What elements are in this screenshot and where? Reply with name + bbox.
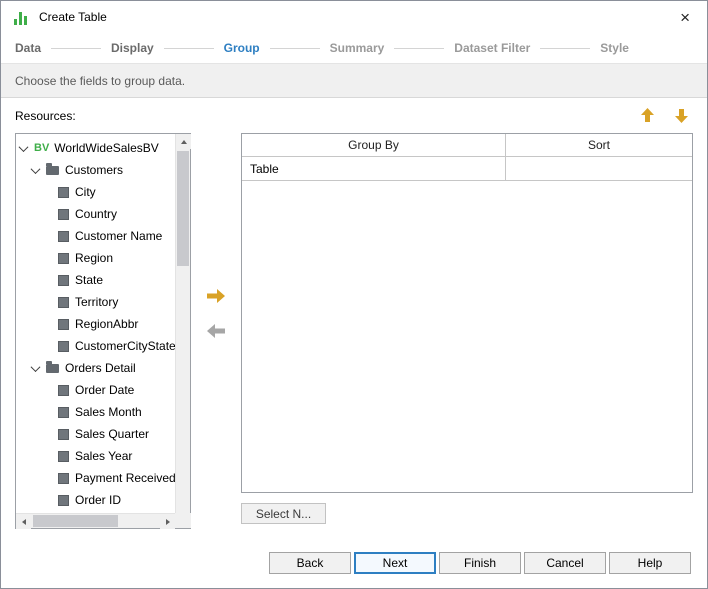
field-icon: [58, 319, 69, 330]
column-header-sort: Sort: [506, 134, 692, 156]
tree-item-field[interactable]: Country: [16, 203, 175, 225]
tree-vertical-scrollbar[interactable]: [175, 134, 190, 528]
next-button[interactable]: Next: [354, 552, 436, 574]
step-connector: [270, 48, 320, 49]
arrow-down-icon: [673, 107, 690, 124]
chevron-down-icon[interactable]: [19, 142, 29, 152]
tree-item-field[interactable]: Order ID: [16, 489, 175, 511]
folder-icon: [46, 166, 59, 175]
close-icon[interactable]: ×: [676, 7, 694, 28]
business-view-icon: BV: [34, 142, 49, 154]
wizard-step-display[interactable]: Display: [111, 41, 154, 55]
tree-item-field[interactable]: RegionAbbr: [16, 313, 175, 335]
move-up-button[interactable]: [635, 104, 659, 128]
folder-icon: [46, 364, 59, 373]
tree-item-folder[interactable]: Customers: [16, 159, 175, 181]
app-chart-icon: [14, 10, 30, 25]
select-n-button[interactable]: Select N...: [241, 503, 326, 524]
arrow-up-icon: [639, 107, 656, 124]
tree-item-field[interactable]: Sales Month: [16, 401, 175, 423]
arrow-right-icon: [205, 287, 227, 305]
tree-item-field[interactable]: Territory: [16, 291, 175, 313]
remove-field-button[interactable]: [203, 321, 229, 341]
help-button[interactable]: Help: [609, 552, 691, 574]
tree-item-field[interactable]: Region: [16, 247, 175, 269]
scrollbar-thumb[interactable]: [177, 151, 189, 266]
title-bar: Create Table ×: [1, 1, 707, 33]
grid-header-row: Group By Sort: [242, 134, 692, 157]
wizard-step-style[interactable]: Style: [600, 41, 629, 55]
wizard-step-summary[interactable]: Summary: [330, 41, 385, 55]
group-by-grid: Group By Sort Table: [241, 133, 693, 493]
scroll-right-button[interactable]: [160, 514, 175, 529]
tree-item-field[interactable]: Order Date: [16, 379, 175, 401]
field-icon: [58, 429, 69, 440]
tree-horizontal-scrollbar[interactable]: [16, 513, 175, 528]
grid-row-table[interactable]: Table: [242, 157, 692, 181]
field-icon: [58, 495, 69, 506]
create-table-dialog: Create Table × Data Display Group Summar…: [0, 0, 708, 589]
field-icon: [58, 231, 69, 242]
tree-item-folder[interactable]: Orders Detail: [16, 357, 175, 379]
step-connector: [540, 48, 590, 49]
field-icon: [58, 297, 69, 308]
wizard-step-data[interactable]: Data: [15, 41, 41, 55]
tree-item-field[interactable]: City: [16, 181, 175, 203]
resources-label: Resources:: [15, 109, 76, 123]
tree-item-root[interactable]: BV WorldWideSalesBV: [16, 137, 175, 159]
chevron-down-icon[interactable]: [31, 362, 41, 372]
resources-row: Resources:: [1, 98, 707, 133]
resources-tree: BV WorldWideSalesBV Customers City Count…: [15, 133, 191, 529]
field-icon: [58, 341, 69, 352]
window-title: Create Table: [39, 10, 107, 24]
field-icon: [58, 209, 69, 220]
finish-button[interactable]: Finish: [439, 552, 521, 574]
field-icon: [58, 473, 69, 484]
chevron-down-icon[interactable]: [31, 164, 41, 174]
step-description: Choose the fields to group data.: [1, 63, 707, 98]
step-connector: [394, 48, 444, 49]
wizard-step-dataset-filter[interactable]: Dataset Filter: [454, 41, 530, 55]
move-down-button[interactable]: [669, 104, 693, 128]
arrow-left-icon: [205, 322, 227, 340]
tree-item-field[interactable]: Sales Quarter: [16, 423, 175, 445]
field-icon: [58, 275, 69, 286]
triangle-up-icon: [181, 140, 187, 144]
field-icon: [58, 187, 69, 198]
add-field-button[interactable]: [203, 286, 229, 306]
group-panel: Group By Sort Table Select N...: [241, 133, 693, 524]
wizard-step-group[interactable]: Group: [224, 41, 260, 55]
back-button[interactable]: Back: [269, 552, 351, 574]
triangle-right-icon: [166, 519, 170, 525]
field-icon: [58, 253, 69, 264]
cancel-button[interactable]: Cancel: [524, 552, 606, 574]
scroll-left-button[interactable]: [16, 514, 31, 529]
step-connector: [51, 48, 101, 49]
field-icon: [58, 407, 69, 418]
step-connector: [164, 48, 214, 49]
scrollbar-corner: [175, 513, 190, 528]
wizard-steps: Data Display Group Summary Dataset Filte…: [1, 33, 707, 63]
tree-item-field[interactable]: Sales Year: [16, 445, 175, 467]
tree-item-field[interactable]: Customer Name: [16, 225, 175, 247]
sort-cell[interactable]: [506, 157, 692, 180]
scrollbar-thumb[interactable]: [33, 515, 118, 527]
triangle-left-icon: [22, 519, 26, 525]
field-icon: [58, 385, 69, 396]
tree-viewport: BV WorldWideSalesBV Customers City Count…: [16, 134, 175, 513]
column-header-group-by: Group By: [242, 134, 506, 156]
tree-item-field[interactable]: State: [16, 269, 175, 291]
field-icon: [58, 451, 69, 462]
tree-item-field[interactable]: Payment Received: [16, 467, 175, 489]
scroll-up-button[interactable]: [176, 134, 191, 149]
group-by-cell[interactable]: Table: [242, 157, 506, 180]
tree-item-field[interactable]: CustomerCityStateZ: [16, 335, 175, 357]
dialog-footer: Back Next Finish Cancel Help: [1, 529, 707, 574]
transfer-buttons: [191, 286, 241, 341]
main-area: BV WorldWideSalesBV Customers City Count…: [1, 133, 707, 529]
